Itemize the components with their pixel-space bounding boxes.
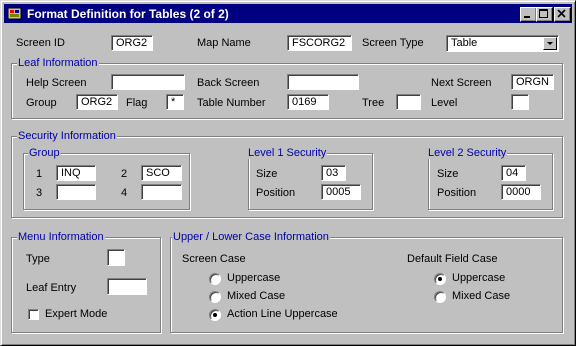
maximize-button[interactable] — [536, 7, 553, 22]
level2-security-title: Level 2 Security — [427, 147, 508, 159]
flag-field[interactable]: * — [166, 94, 184, 110]
map-name-label: Map Name — [197, 37, 251, 49]
minimize-icon — [524, 16, 530, 18]
level2-security-box — [428, 153, 553, 210]
title-bar: Format Definition for Tables (2 of 2) — [4, 4, 572, 23]
security-group-title: Group — [28, 147, 61, 159]
type-field[interactable] — [107, 249, 125, 266]
leaf-entry-label: Leaf Entry — [26, 282, 77, 294]
group-field[interactable]: ORG2 — [76, 94, 118, 110]
level2-position-label: Position — [437, 187, 477, 199]
level1-security-box — [248, 153, 373, 210]
window-title: Format Definition for Tables (2 of 2) — [27, 7, 229, 21]
level1-position-label: Position — [256, 187, 296, 199]
level1-security-title: Level 1 Security — [247, 147, 328, 159]
type-label: Type — [26, 253, 50, 265]
back-screen-field[interactable] — [287, 74, 359, 90]
screen-case-mixed-radio[interactable] — [209, 291, 221, 303]
leaf-info-title: Leaf Information — [17, 57, 99, 69]
field-case-uppercase-label: Uppercase — [452, 272, 506, 284]
minimize-button[interactable] — [520, 7, 537, 22]
screen-id-label: Screen ID — [16, 37, 65, 49]
leaf-info-group — [11, 63, 563, 119]
group-2-field[interactable]: SCO — [141, 165, 182, 181]
screen-type-dropdown[interactable]: Table — [446, 35, 559, 52]
group-1-field[interactable]: INQ — [56, 165, 96, 181]
close-button[interactable] — [554, 7, 571, 22]
security-info-title: Security Information — [17, 130, 117, 142]
tree-field[interactable] — [396, 94, 421, 110]
screen-type-label: Screen Type — [362, 37, 424, 49]
group-4-label: 4 — [121, 187, 128, 199]
map-name-field[interactable]: FSCORG2 — [287, 35, 352, 51]
level1-size-label: Size — [256, 168, 278, 180]
expert-mode-checkbox[interactable] — [28, 309, 39, 320]
screen-case-uppercase-radio[interactable] — [209, 273, 221, 285]
field-case-mixed-radio[interactable] — [434, 291, 446, 303]
tree-label: Tree — [362, 97, 385, 109]
app-icon — [7, 7, 22, 20]
maximize-icon — [539, 9, 548, 18]
back-screen-label: Back Screen — [197, 77, 260, 89]
group-label: Group — [26, 97, 57, 109]
level-label: Level — [431, 97, 458, 109]
help-screen-label: Help Screen — [26, 77, 87, 89]
security-group-box — [23, 153, 190, 210]
group-1-label: 1 — [36, 168, 43, 180]
next-screen-field[interactable]: ORGN — [511, 74, 554, 90]
level1-position-field[interactable]: 0005 — [321, 184, 361, 200]
screen-case-label: Screen Case — [182, 253, 246, 265]
help-screen-field[interactable] — [111, 74, 185, 90]
next-screen-label: Next Screen — [431, 77, 492, 89]
leaf-entry-field[interactable] — [107, 278, 147, 295]
group-4-field[interactable] — [141, 184, 182, 200]
level-field[interactable] — [511, 94, 529, 110]
level1-size-field[interactable]: 03 — [321, 165, 346, 181]
close-icon — [557, 9, 566, 18]
level2-position-field[interactable]: 0000 — [501, 184, 541, 200]
level2-size-label: Size — [437, 168, 459, 180]
group-2-label: 2 — [121, 168, 128, 180]
screen-case-uppercase-label: Uppercase — [227, 272, 281, 284]
dropdown-button[interactable] — [543, 37, 557, 50]
screen-case-action-line-radio[interactable] — [209, 309, 221, 321]
field-case-uppercase-radio[interactable] — [434, 273, 446, 285]
screen-type-value: Table — [451, 37, 478, 49]
screen-case-action-line-label: Action Line Uppercase — [227, 308, 338, 320]
format-definition-window: Format Definition for Tables (2 of 2) Sc… — [0, 0, 576, 346]
group-3-label: 3 — [36, 187, 43, 199]
group-3-field[interactable] — [56, 184, 96, 200]
screen-case-mixed-label: Mixed Case — [227, 290, 286, 302]
level2-size-field[interactable]: 04 — [501, 165, 526, 181]
expert-mode-label: Expert Mode — [45, 308, 108, 320]
menu-info-title: Menu Information — [17, 231, 105, 243]
table-number-field[interactable]: 0169 — [287, 94, 329, 110]
field-case-label: Default Field Case — [407, 253, 498, 265]
chevron-down-icon — [547, 42, 553, 45]
table-number-label: Table Number — [197, 97, 266, 109]
case-info-title: Upper / Lower Case Information — [172, 231, 330, 243]
field-case-mixed-label: Mixed Case — [452, 290, 511, 302]
flag-label: Flag — [126, 97, 148, 109]
screen-id-field[interactable]: ORG2 — [111, 35, 153, 51]
